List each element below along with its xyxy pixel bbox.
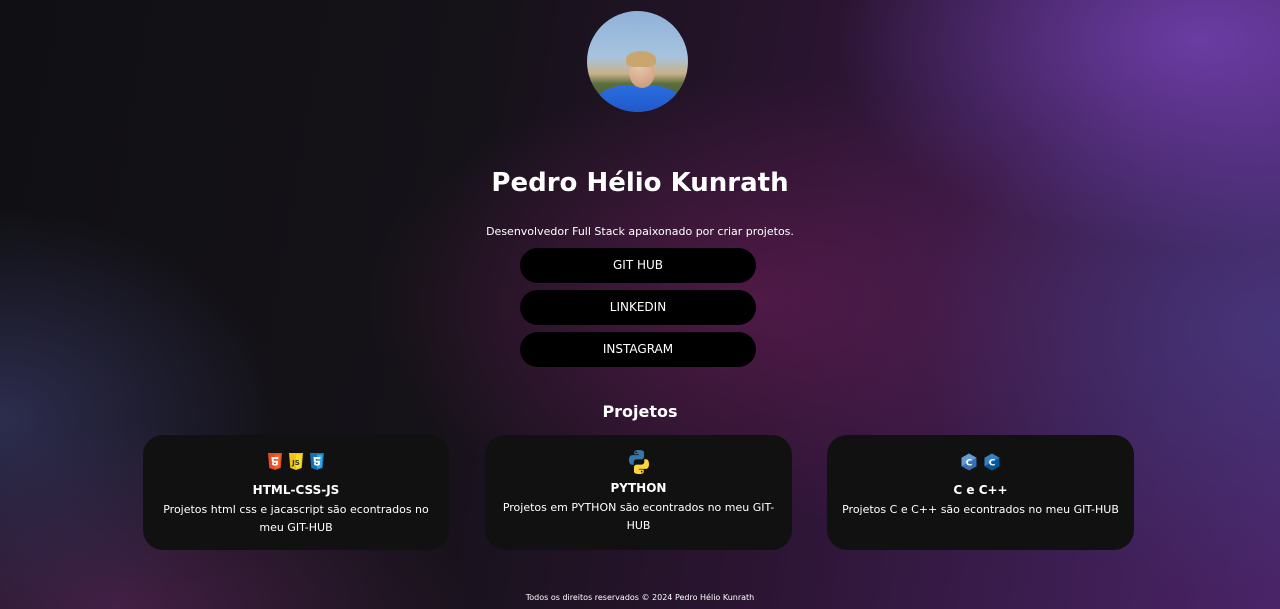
card-icons: C C <box>827 453 1134 477</box>
photo-hair <box>626 51 656 67</box>
css3-icon <box>310 453 324 470</box>
javascript-icon: JS <box>289 453 303 470</box>
svg-text:C: C <box>966 459 973 469</box>
card-title: C e C++ <box>953 483 1008 497</box>
card-icons: JS <box>143 453 449 477</box>
svg-text:C: C <box>989 459 996 469</box>
python-icon <box>628 450 649 474</box>
card-description: Projetos em PYTHON são econtrados no meu… <box>502 501 775 532</box>
profile-name: Pedro Hélio Kunrath <box>491 168 789 198</box>
card-icons <box>485 449 792 475</box>
photo-shirt <box>597 85 681 112</box>
card-title: HTML-CSS-JS <box>252 483 340 497</box>
footer-copyright: Todos os direitos reservados © 2024 Pedr… <box>525 593 755 602</box>
card-description: Projetos html css e jacascript são econt… <box>163 503 429 534</box>
github-button[interactable]: GIT HUB <box>520 248 756 283</box>
profile-tagline: Desenvolvedor Full Stack apaixonado por … <box>486 225 794 238</box>
html5-icon <box>268 453 282 470</box>
card-title: PYTHON <box>610 481 667 495</box>
linkedin-button[interactable]: LINKEDIN <box>520 290 756 325</box>
project-card-c-cpp: C C C e C++ Projetos C e C++ são econtra… <box>827 435 1134 550</box>
profile-photo <box>587 11 688 112</box>
project-card-html-css-js: JS HTML-CSS-JS Projetos html css e jacas… <box>143 435 449 550</box>
svg-text:JS: JS <box>291 459 300 467</box>
social-links: GIT HUB LINKEDIN INSTAGRAM <box>520 248 756 374</box>
card-description: Projetos C e C++ são econtrados no meu G… <box>842 503 1119 516</box>
instagram-button[interactable]: INSTAGRAM <box>520 332 756 367</box>
project-card-python: PYTHON Projetos em PYTHON são econtrados… <box>485 435 792 550</box>
cpp-icon: C <box>984 453 1000 471</box>
c-icon: C <box>961 453 977 471</box>
projects-title: Projetos <box>602 402 678 421</box>
